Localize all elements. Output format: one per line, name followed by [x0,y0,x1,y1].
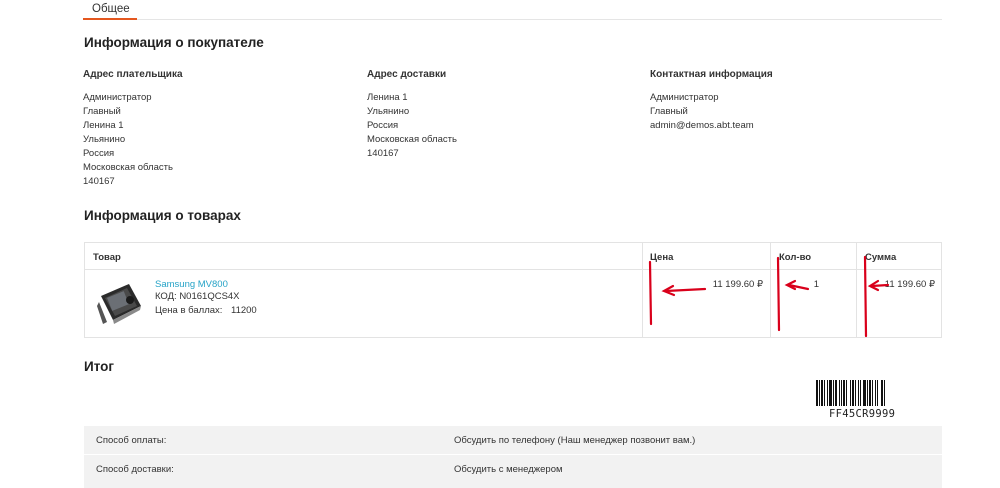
barcode-bar [824,380,825,406]
barcode-bar [881,380,883,406]
barcode-text: FF45CR9999 [829,408,896,420]
product-points-label: Цена в баллах: [155,305,223,316]
order-barcode [816,380,885,406]
billing-line: Московская область [83,162,173,173]
total-heading: Итог [84,359,115,374]
barcode-bar [839,380,840,406]
billing-address-block: Адрес плательщика Администратор Главный … [83,69,333,189]
barcode-bar [867,380,868,406]
column-divider [856,243,857,337]
products-info-heading: Информация о товарах [84,208,241,223]
contact-line: Главный [650,106,688,117]
shipping-address-title: Адрес доставки [367,69,447,80]
products-table-header [85,243,941,270]
barcode-bar [869,380,871,406]
products-table: Товар Цена Кол-во Сумма Samsung MV800 КО… [84,242,942,338]
barcode-bar [872,380,873,406]
barcode-bar [816,380,818,406]
product-points-value: 11200 [231,305,257,316]
product-sum: 11 199.60 ₽ [884,279,935,290]
contact-line: Администратор [650,92,719,103]
barcode-bar [877,380,878,406]
barcode-bar [846,380,847,406]
billing-line: Россия [83,148,115,159]
barcode-bar [860,380,861,406]
shipping-line: Россия [367,120,399,131]
billing-line: Главный [83,106,121,117]
tab-general[interactable]: Общее [83,0,137,20]
barcode-bar [884,380,885,406]
contact-info-block: Контактная информация Администратор Глав… [650,69,900,133]
billing-address-title: Адрес плательщика [83,69,183,80]
barcode-bar [821,380,823,406]
product-image[interactable] [95,280,143,326]
barcode-bar [858,380,859,406]
delivery-method-label: Способ доставки: [96,464,174,475]
table-row: Способ доставки: Обсудить с менеджером [84,454,942,482]
column-divider [642,243,643,337]
barcode-bar [819,380,820,406]
billing-line: Ульянино [83,134,126,145]
payment-method-label: Способ оплаты: [96,435,167,446]
delivery-method-value: Обсудить с менеджером [454,464,563,475]
shipping-line: Московская область [367,134,457,145]
product-code: КОД: N0161QCS4X [155,291,240,302]
barcode-bar [835,380,837,406]
table-row: Способ оплаты: Обсудить по телефону (Наш… [84,426,942,454]
barcode-bar [829,380,832,406]
barcode-bar [843,380,845,406]
tab-bar: Общее [83,0,942,20]
barcode-bar [855,380,856,406]
summary-table: Способ оплаты: Обсудить по телефону (Наш… [84,426,942,488]
shipping-address-block: Адрес доставки Ленина 1 Ульянино Россия … [367,69,617,161]
product-price: 11 199.60 ₽ [712,279,763,290]
barcode-bar [827,380,828,406]
payment-method-value: Обсудить по телефону (Наш менеджер позво… [454,435,696,446]
billing-line: Ленина 1 [83,120,124,131]
barcode-bar [841,380,842,406]
column-header-qty: Кол-во [779,252,812,263]
column-header-price: Цена [650,252,674,263]
billing-line: Администратор [83,92,152,103]
billing-line: 140167 [83,176,115,187]
barcode-bar [863,380,866,406]
barcode-bar [850,380,851,406]
barcode-bar [875,380,876,406]
shipping-line: Ульянино [367,106,410,117]
barcode-bar [852,380,854,406]
column-divider [770,243,771,337]
shipping-line: 140167 [367,148,399,159]
column-header-product: Товар [93,252,121,263]
buyer-info-heading: Информация о покупателе [84,35,264,50]
product-name-link[interactable]: Samsung MV800 [155,279,228,290]
shipping-line: Ленина 1 [367,92,408,103]
contact-info-title: Контактная информация [650,69,773,80]
barcode-bar [833,380,834,406]
product-qty: 1 [813,279,819,290]
contact-email: admin@demos.abt.team [650,120,754,131]
column-header-sum: Сумма [865,252,897,263]
